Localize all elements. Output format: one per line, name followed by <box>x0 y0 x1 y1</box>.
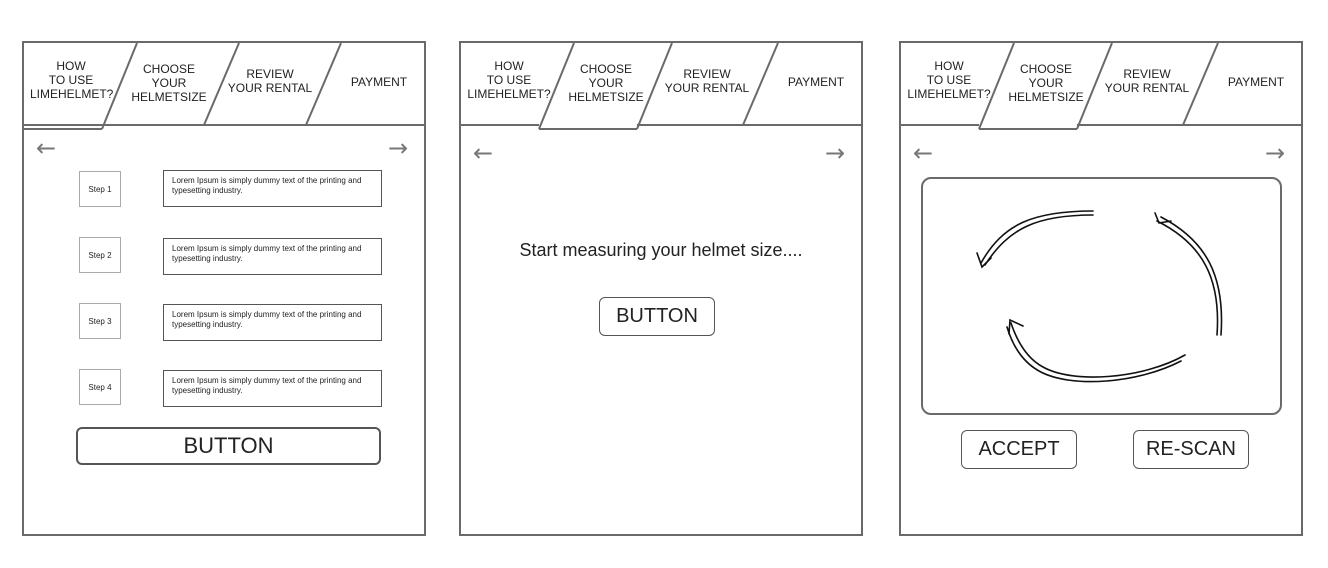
screen-scan-result: HOW TO USE LIMEHELMET? CHOOSE YOUR HELME… <box>899 41 1303 536</box>
tab-choose-helmet-size[interactable]: CHOOSE YOUR HELMETSIZE <box>124 62 214 104</box>
tab-how-to-use[interactable]: HOW TO USE LIMEHELMET? <box>465 59 553 101</box>
arrow-left-icon[interactable]: ← <box>36 136 56 160</box>
screen-choose-helmet-size: HOW TO USE LIMEHELMET? CHOOSE YOUR HELME… <box>459 41 863 536</box>
tab-review-rental[interactable]: REVIEW YOUR RENTAL <box>220 67 320 95</box>
screen-how-to-use: HOW TO USE LIMEHELMET? CHOOSE YOUR HELME… <box>22 41 426 536</box>
step-label: Step 3 <box>79 303 121 339</box>
step-label: Step 2 <box>79 237 121 273</box>
step-description: Lorem Ipsum is simply dummy text of the … <box>163 170 382 207</box>
tab-payment[interactable]: PAYMENT <box>340 75 418 89</box>
step-description: Lorem Ipsum is simply dummy text of the … <box>163 370 382 407</box>
rotate-scan-arrows-icon <box>976 210 1223 383</box>
primary-button[interactable]: BUTTON <box>76 427 381 465</box>
scan-area <box>921 177 1282 415</box>
tab-payment[interactable]: PAYMENT <box>777 75 855 89</box>
tab-review-rental[interactable]: REVIEW YOUR RENTAL <box>657 67 757 95</box>
arrow-right-icon[interactable]: → <box>1265 141 1285 165</box>
tab-how-to-use[interactable]: HOW TO USE LIMEHELMET? <box>905 59 993 101</box>
step-label: Step 1 <box>79 171 121 207</box>
step-label: Step 4 <box>79 369 121 405</box>
tab-choose-helmet-size[interactable]: CHOOSE YOUR HELMETSIZE <box>1001 62 1091 104</box>
step-description: Lorem Ipsum is simply dummy text of the … <box>163 238 382 275</box>
tab-how-to-use[interactable]: HOW TO USE LIMEHELMET? <box>30 59 113 101</box>
tab-payment[interactable]: PAYMENT <box>1217 75 1295 89</box>
arrow-right-icon[interactable]: → <box>388 136 408 160</box>
measure-prompt: Start measuring your helmet size.... <box>519 240 803 260</box>
tab-choose-helmet-size[interactable]: CHOOSE YOUR HELMETSIZE <box>561 62 651 104</box>
arrow-left-icon[interactable]: ← <box>913 141 933 165</box>
start-measure-button[interactable]: BUTTON <box>599 297 715 336</box>
tab-review-rental[interactable]: REVIEW YOUR RENTAL <box>1097 67 1197 95</box>
rescan-button[interactable]: RE-SCAN <box>1133 430 1249 469</box>
step-description: Lorem Ipsum is simply dummy text of the … <box>163 304 382 341</box>
arrow-right-icon[interactable]: → <box>825 141 845 165</box>
accept-button[interactable]: ACCEPT <box>961 430 1077 469</box>
arrow-left-icon[interactable]: ← <box>473 141 493 165</box>
